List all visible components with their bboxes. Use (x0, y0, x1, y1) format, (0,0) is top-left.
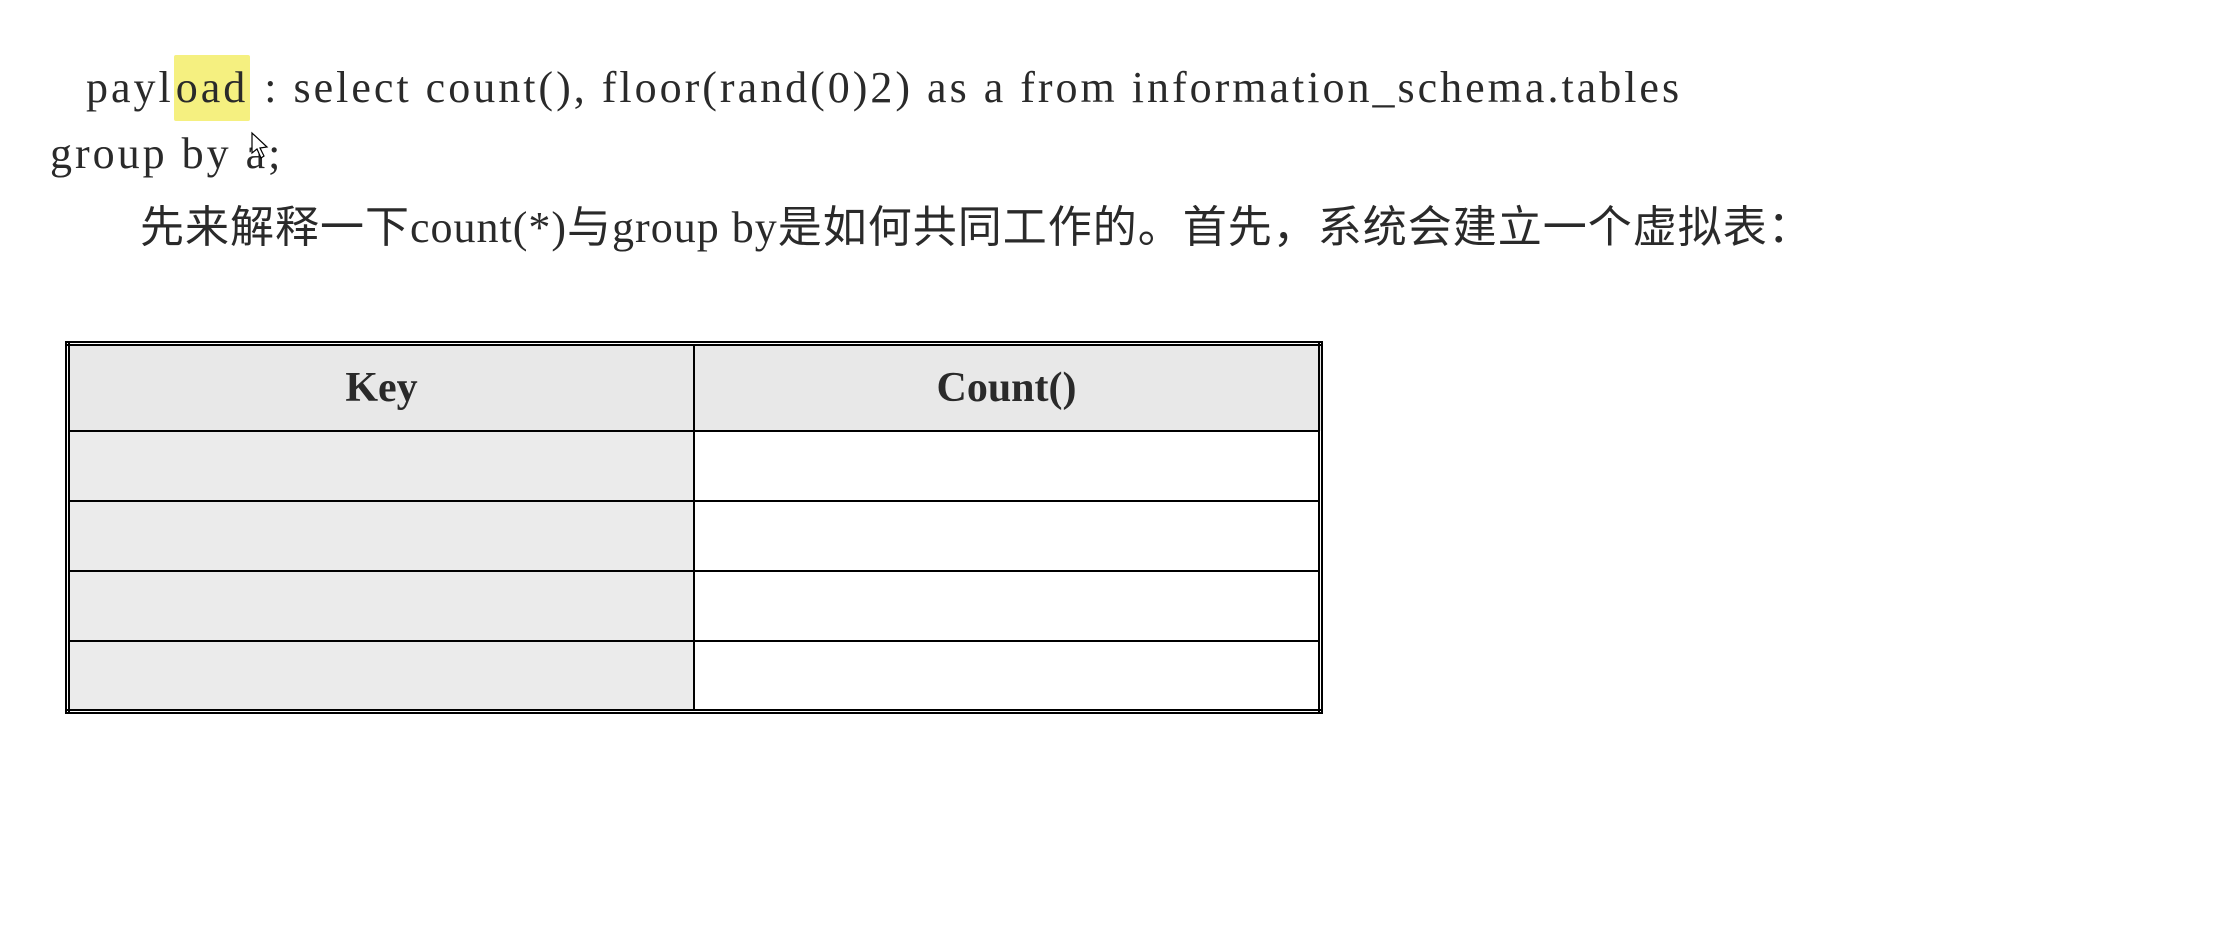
text-highlight: oad (174, 55, 251, 121)
table-cell-count (694, 501, 1321, 571)
table-header-row: Key Count() (68, 344, 1321, 432)
table-cell-key (68, 501, 695, 571)
payload-sql-before: payl (86, 63, 174, 112)
table-row (68, 501, 1321, 571)
explanation-text: 先来解释一下count(*)与group by是如何共同工作的。首先，系统会建立… (50, 195, 2184, 261)
table-cell-key (68, 571, 695, 641)
table-header-key: Key (68, 344, 695, 432)
payload-sql-first-line: : select count(), floor(rand(0)2) as a f… (250, 63, 1682, 112)
table-cell-count (694, 431, 1321, 501)
table-cell-count (694, 641, 1321, 711)
table-header-count: Count() (694, 344, 1321, 432)
payload-sql-wrap: group by a; (50, 129, 283, 178)
virtual-table: Key Count() (65, 341, 1323, 714)
table-row (68, 431, 1321, 501)
table-cell-count (694, 571, 1321, 641)
table-cell-key (68, 641, 695, 711)
table-cell-key (68, 431, 695, 501)
payload-text: payload : select count(), floor(rand(0)2… (50, 55, 2184, 187)
table-row (68, 641, 1321, 711)
table-row (68, 571, 1321, 641)
